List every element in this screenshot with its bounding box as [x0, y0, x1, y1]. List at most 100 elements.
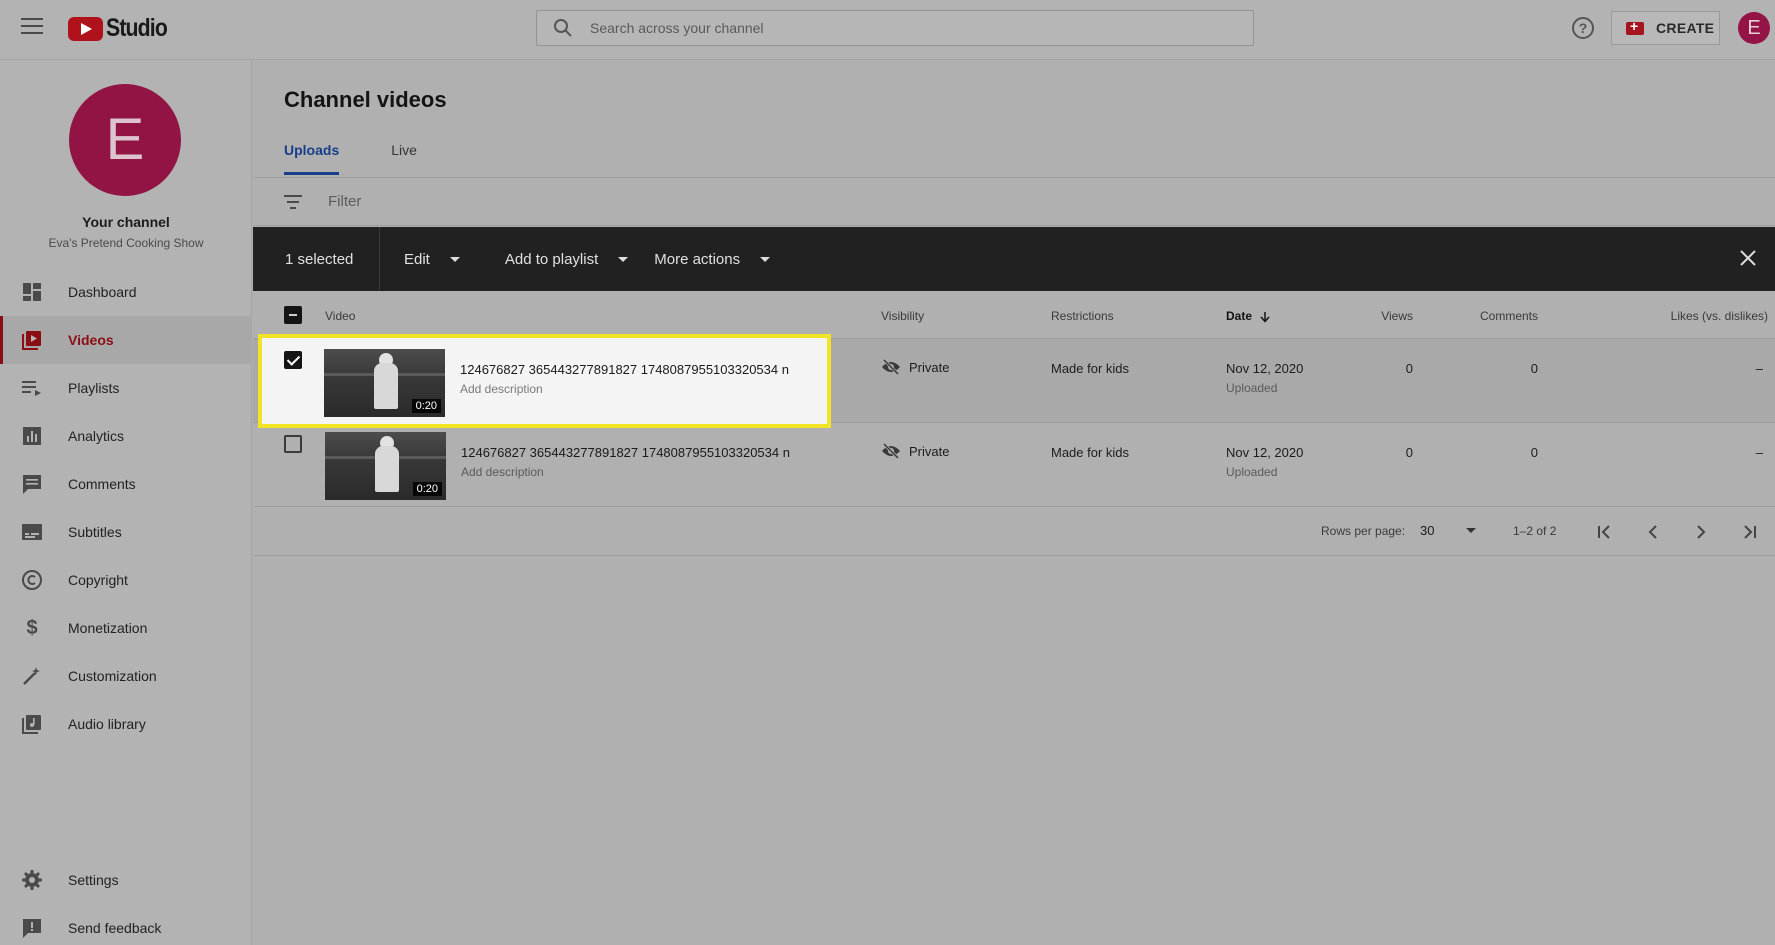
tab-uploads[interactable]: Uploads — [284, 142, 340, 175]
search-box[interactable] — [536, 10, 1254, 46]
arrow-down-icon — [1260, 311, 1270, 323]
row-checkbox[interactable] — [284, 435, 302, 453]
date-status: Uploaded — [1226, 465, 1278, 479]
create-button[interactable]: CREATE — [1611, 11, 1720, 45]
last-page-icon[interactable] — [1739, 522, 1759, 542]
video-title[interactable]: 124676827 365443277891827 17480879551033… — [460, 362, 789, 377]
copyright-icon — [21, 569, 43, 591]
account-avatar[interactable]: E — [1738, 12, 1770, 44]
analytics-icon — [21, 425, 43, 447]
channel-name: Eva's Pretend Cooking Show — [48, 236, 204, 250]
sidebar-item-label: Videos — [68, 332, 114, 348]
likes-cell: – — [1755, 361, 1763, 376]
customization-icon — [21, 665, 43, 687]
visibility-cell[interactable]: Private — [881, 443, 949, 459]
page-title: Channel videos — [284, 87, 447, 112]
sidebar-item-label: Settings — [68, 872, 119, 888]
rows-per-page-value: 30 — [1420, 523, 1435, 538]
sidebar-item-playlists[interactable]: Playlists — [0, 364, 252, 412]
add-to-playlist-dropdown[interactable]: Add to playlist — [505, 251, 629, 268]
videos-icon — [21, 329, 43, 351]
row-checkbox[interactable] — [284, 351, 302, 369]
likes-cell: – — [1755, 445, 1763, 460]
sidebar-item-dashboard[interactable]: Dashboard — [0, 268, 252, 316]
tab-live[interactable]: Live — [391, 142, 417, 175]
more-actions-label: More actions — [654, 250, 741, 268]
selected-count: 1 selected — [285, 250, 354, 268]
date-cell: Nov 12, 2020 — [1226, 361, 1304, 376]
youtube-play-icon — [68, 16, 103, 41]
sidebar-item-audio-library[interactable]: Audio library — [0, 700, 252, 748]
channel-avatar[interactable]: E — [69, 84, 181, 196]
column-date-label: Date — [1226, 309, 1253, 323]
sidebar-item-label: Send feedback — [68, 920, 162, 936]
date-cell: Nov 12, 2020 — [1226, 445, 1304, 460]
video-thumbnail[interactable]: 0:20 — [324, 349, 445, 417]
previous-page-icon[interactable] — [1643, 522, 1663, 542]
views-cell: 0 — [1405, 445, 1413, 460]
tab-bar: Uploads Live — [284, 142, 469, 175]
comments-icon — [21, 473, 43, 495]
video-duration: 0:20 — [412, 482, 442, 496]
gear-icon — [21, 869, 43, 891]
column-video[interactable]: Video — [325, 309, 355, 323]
sidebar-item-comments[interactable]: Comments — [0, 460, 252, 508]
filter-input[interactable] — [328, 193, 527, 210]
visibility-cell[interactable]: Private — [881, 359, 949, 375]
create-label: CREATE — [1656, 20, 1715, 36]
column-restrictions[interactable]: Restrictions — [1051, 309, 1114, 323]
table-header: Video Visibility Restrictions Date Views… — [253, 291, 1775, 339]
column-visibility[interactable]: Visibility — [881, 309, 924, 323]
sidebar-item-label: Copyright — [68, 572, 128, 588]
highlighted-video-cell[interactable]: 0:20 124676827 365443277891827 174808795… — [258, 334, 831, 428]
column-date[interactable]: Date — [1226, 309, 1271, 323]
first-page-icon[interactable] — [1595, 522, 1615, 542]
column-likes[interactable]: Likes (vs. dislikes) — [1618, 309, 1768, 323]
filter-icon[interactable] — [284, 194, 302, 209]
comments-cell: 0 — [1530, 445, 1538, 460]
column-comments[interactable]: Comments — [1438, 309, 1538, 323]
sidebar-item-customization[interactable]: Customization — [0, 652, 252, 700]
video-title[interactable]: 124676827 365443277891827 17480879551033… — [461, 445, 790, 460]
logo-text: Studio — [106, 14, 168, 42]
select-all-checkbox[interactable] — [284, 306, 302, 324]
video-description[interactable]: Add description — [461, 465, 544, 479]
more-actions-dropdown[interactable]: More actions — [654, 250, 771, 268]
thumbnail-figure — [375, 446, 399, 492]
comments-cell: 0 — [1530, 361, 1538, 376]
table-row[interactable]: 0:20 124676827 365443277891827 174808795… — [253, 423, 1775, 507]
divider — [379, 227, 380, 291]
video-duration: 0:20 — [411, 399, 441, 413]
search-input[interactable] — [590, 20, 1190, 36]
sidebar-item-label: Audio library — [68, 716, 146, 732]
pagination-bar: Rows per page: 30 1–2 of 2 — [253, 508, 1775, 556]
studio-logo[interactable]: Studio — [68, 14, 178, 43]
sidebar-item-settings[interactable]: Settings — [0, 856, 252, 904]
close-icon[interactable] — [1739, 249, 1757, 267]
restrictions-cell: Made for kids — [1051, 361, 1130, 376]
menu-icon[interactable] — [21, 18, 43, 36]
sidebar-item-label: Dashboard — [68, 284, 137, 300]
visibility-label: Private — [909, 443, 950, 459]
bulk-action-bar: 1 selected Edit Add to playlist More act… — [253, 227, 1775, 291]
next-page-icon[interactable] — [1691, 522, 1711, 542]
edit-dropdown[interactable]: Edit — [404, 251, 460, 268]
playlists-icon — [21, 377, 43, 399]
sidebar-item-send-feedback[interactable]: Send feedback — [0, 904, 252, 945]
video-thumbnail[interactable]: 0:20 — [325, 432, 446, 500]
restrictions-cell: Made for kids — [1051, 445, 1130, 460]
column-views[interactable]: Views — [1333, 309, 1413, 323]
rows-per-page-select[interactable]: 30 — [1420, 523, 1477, 538]
sidebar-item-copyright[interactable]: Copyright — [0, 556, 252, 604]
sidebar-item-label: Playlists — [68, 380, 120, 396]
sidebar-item-videos[interactable]: Videos — [0, 316, 252, 364]
sidebar-item-subtitles[interactable]: Subtitles — [0, 508, 252, 556]
sidebar-item-label: Comments — [68, 476, 136, 492]
help-icon[interactable]: ? — [1572, 17, 1594, 39]
video-description[interactable]: Add description — [460, 382, 543, 396]
create-video-icon — [1626, 18, 1644, 35]
sidebar-nav: Dashboard Videos Playlists Analytics Com… — [0, 268, 252, 748]
thumbnail-figure — [374, 363, 398, 409]
sidebar-item-monetization[interactable]: $ Monetization — [0, 604, 252, 652]
sidebar-item-analytics[interactable]: Analytics — [0, 412, 252, 460]
